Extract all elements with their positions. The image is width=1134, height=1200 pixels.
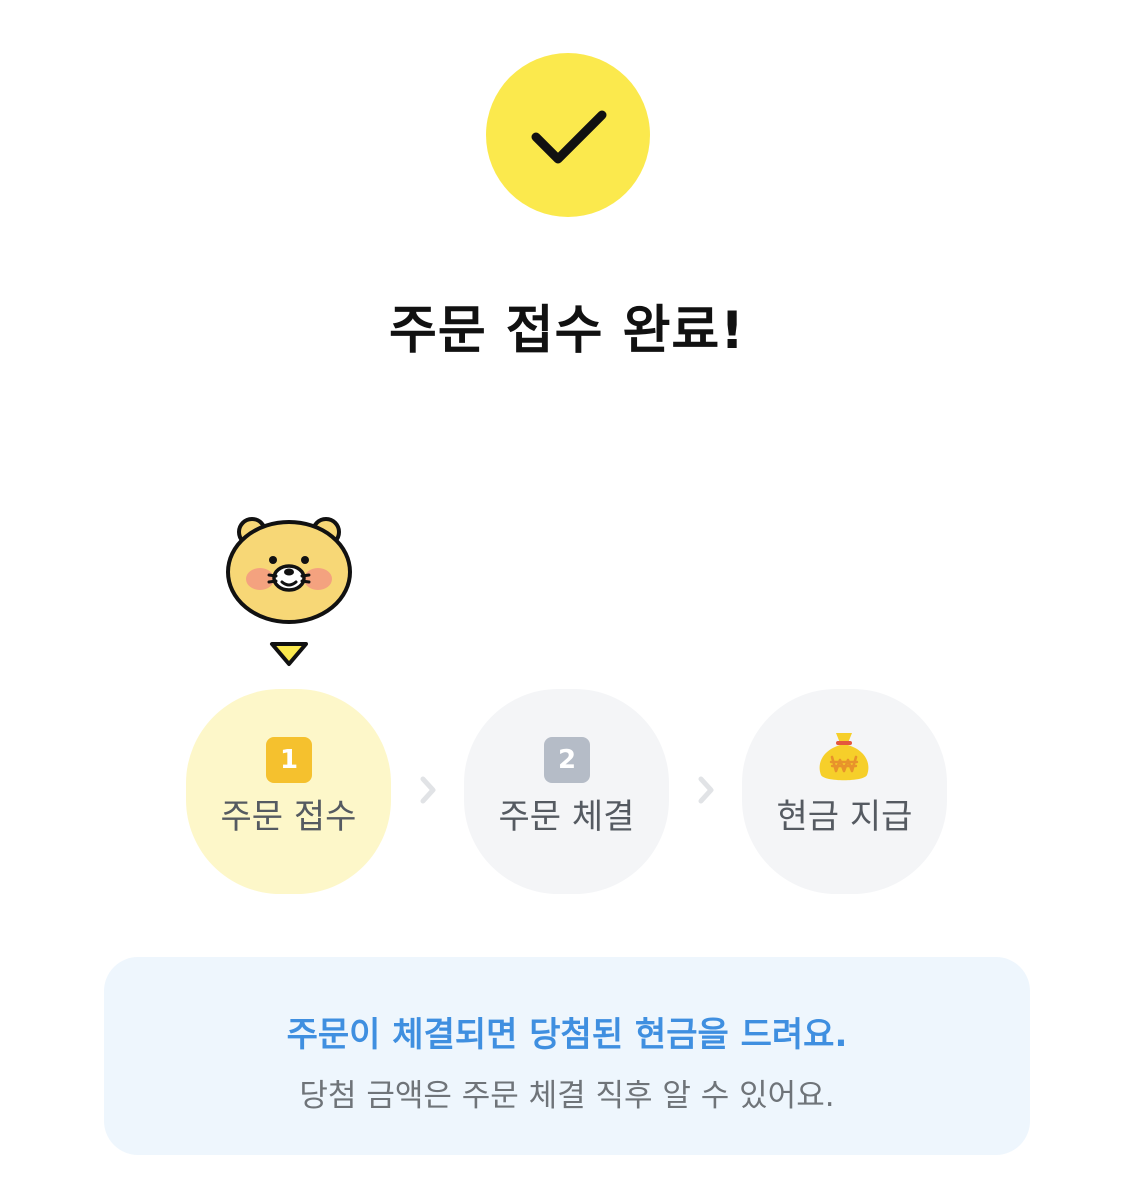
money-bag-icon — [815, 729, 873, 789]
info-notice-box: 주문이 체결되면 당첨된 현금을 드려요. 당첨 금액은 주문 체결 직후 알 … — [104, 957, 1030, 1155]
step-label: 현금 지급 — [776, 797, 913, 837]
step-order-received: 1 주문 접수 — [186, 689, 391, 894]
step-cash-payout: 현금 지급 — [742, 689, 947, 894]
chevron-right-icon — [696, 774, 716, 810]
chevron-right-icon — [418, 774, 438, 810]
success-check-icon — [486, 53, 650, 217]
step-number-badge: 2 — [544, 737, 590, 783]
step-number-badge: 1 — [266, 737, 312, 783]
step-label: 주문 접수 — [220, 797, 357, 837]
info-sub-text: 당첨 금액은 주문 체결 직후 알 수 있어요. — [299, 1078, 835, 1114]
step-label: 주문 체결 — [498, 797, 635, 837]
mascot-character-icon — [222, 512, 356, 628]
info-main-text: 주문이 체결되면 당첨된 현금을 드려요. — [286, 1015, 848, 1055]
step-order-executed: 2 주문 체결 — [464, 689, 669, 894]
current-step-pointer-icon — [268, 640, 310, 672]
page-title: 주문 접수 완료! — [389, 301, 745, 361]
